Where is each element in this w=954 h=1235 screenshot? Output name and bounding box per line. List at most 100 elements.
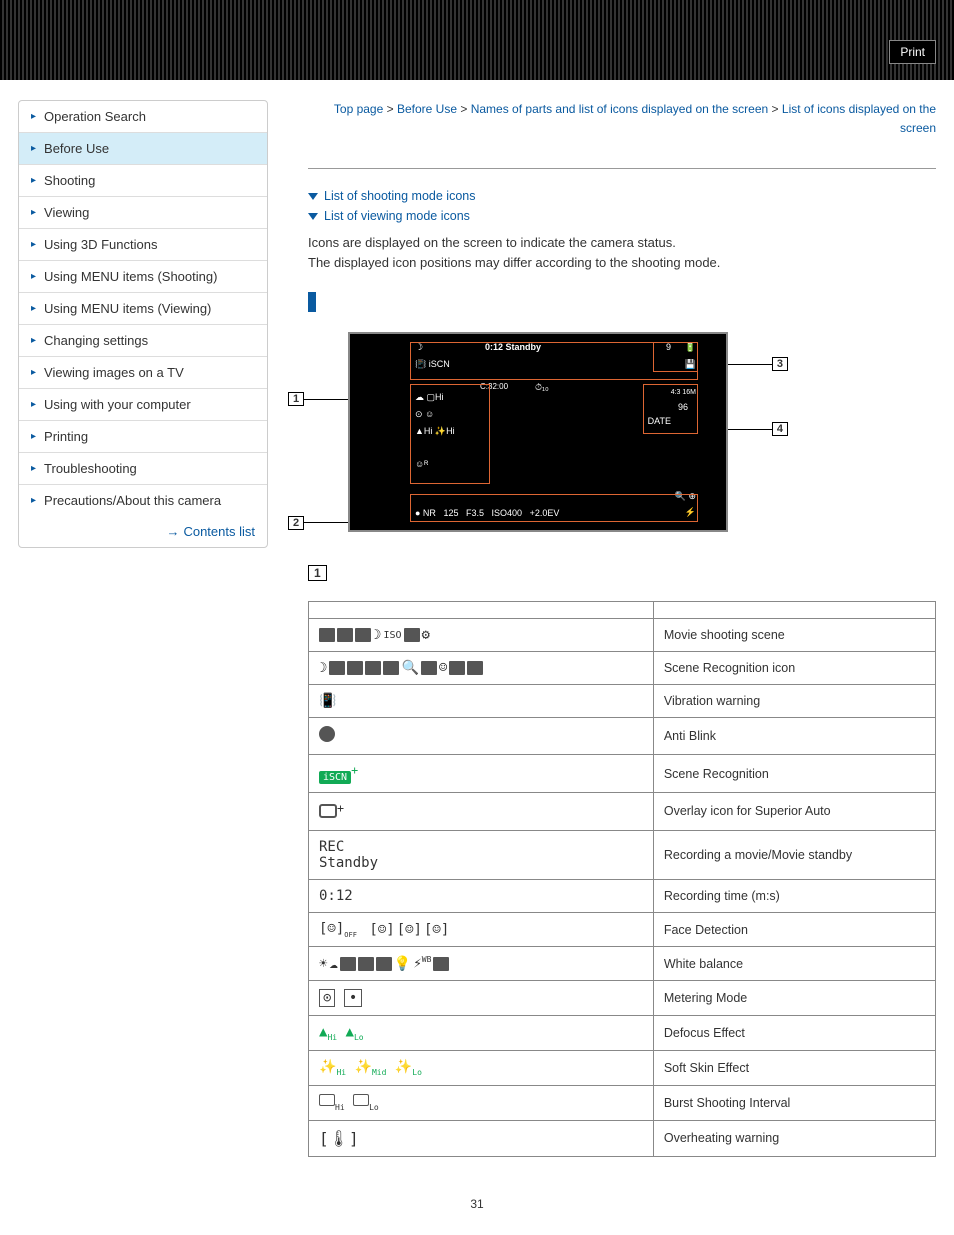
desc-line2: The displayed icon positions may differ … <box>308 253 936 273</box>
iscn-icon: iSCN <box>319 771 351 784</box>
meaning-cell: Movie shooting scene <box>653 619 935 652</box>
icon-cell: Hi Lo <box>309 1085 654 1120</box>
arrow-right-icon: → <box>166 524 179 539</box>
sidebar-label: Troubleshooting <box>44 461 137 476</box>
arrow-icon: ▸ <box>31 431 36 442</box>
flash-wb-icon: ⚡WB <box>413 955 431 972</box>
meaning-cell: Scene Recognition <box>653 755 935 793</box>
mode-icon <box>355 628 371 642</box>
sidebar-item-printing[interactable]: ▸Printing <box>19 421 267 453</box>
burst-lo-icon <box>353 1094 369 1106</box>
arrow-icon: ▸ <box>31 271 36 282</box>
meaning-cell: Defocus Effect <box>653 1016 935 1051</box>
table-row: 📳 Vibration warning <box>309 685 936 718</box>
wb-icon <box>433 957 449 971</box>
meaning-cell: Anti Blink <box>653 718 935 755</box>
table-row: Hi Lo Burst Shooting Interval <box>309 1085 936 1120</box>
moon-icon: ☽ <box>373 627 381 643</box>
icon-cell: iSCN+ <box>309 755 654 793</box>
scene-icon <box>347 661 363 675</box>
link-viewing-icons[interactable]: List of viewing mode icons <box>308 209 936 223</box>
sidebar-item-before-use[interactable]: ▸Before Use <box>19 133 267 165</box>
contents-list-link[interactable]: → Contents list <box>19 516 267 547</box>
table-row: [🌡] Overheating warning <box>309 1120 936 1156</box>
breadcrumb-sep: > <box>383 102 397 116</box>
fluor-icon <box>358 957 374 971</box>
callout-3: 3 <box>772 357 788 371</box>
smile-icon: ☺ <box>439 660 447 676</box>
callout-4: 4 <box>772 422 788 436</box>
divider <box>308 168 936 169</box>
sidebar-item-viewing[interactable]: ▸Viewing <box>19 197 267 229</box>
link-label: List of viewing mode icons <box>324 209 470 223</box>
breadcrumb-top[interactable]: Top page <box>334 102 383 116</box>
timer-icon: ⏱₁₀ <box>535 382 549 393</box>
icon-cell: 0:12 <box>309 879 654 912</box>
sidebar-label: Viewing <box>44 205 89 220</box>
magnify-icon: 🔍 <box>401 660 418 676</box>
sidebar-nav: ▸Operation Search ▸Before Use ▸Shooting … <box>18 100 268 548</box>
arrow-icon: ▸ <box>31 367 36 378</box>
sidebar-item-settings[interactable]: ▸Changing settings <box>19 325 267 357</box>
breadcrumb-names[interactable]: Names of parts and list of icons display… <box>471 102 769 116</box>
table-row: ☀☁💡⚡WB White balance <box>309 947 936 981</box>
sidebar-item-precautions[interactable]: ▸Precautions/About this camera <box>19 485 267 516</box>
face-icon: [☺] <box>397 922 422 938</box>
overheat-icon: [🌡] <box>319 1129 359 1148</box>
icon-meaning-table: ☽ISO⚙ Movie shooting scene ☽ 🔍 ☺ Scene Rec… <box>308 601 936 1156</box>
icon-cell: [🌡] <box>309 1120 654 1156</box>
arrow-icon: ▸ <box>31 399 36 410</box>
section-marker <box>308 292 316 312</box>
meter-spot-icon: • <box>344 989 362 1007</box>
breadcrumb-current: List of icons displayed on the screen <box>782 102 936 135</box>
scene-icon <box>383 661 399 675</box>
sidebar-item-computer[interactable]: ▸Using with your computer <box>19 389 267 421</box>
sidebar-label: Operation Search <box>44 109 146 124</box>
sidebar-label: Before Use <box>44 141 109 156</box>
print-button[interactable]: Print <box>889 40 936 64</box>
meaning-cell: Recording a movie/Movie standby <box>653 830 935 879</box>
arrow-icon: ▸ <box>31 111 36 122</box>
icon-cell: [☺]OFF [☺][☺][☺] <box>309 912 654 947</box>
desc-line1: Icons are displayed on the screen to ind… <box>308 233 936 253</box>
cloud-icon: ☁ <box>329 956 337 972</box>
sidebar-item-operation-search[interactable]: ▸ Operation Search <box>19 101 267 133</box>
contents-list-label: Contents list <box>183 524 255 539</box>
sidebar-item-troubleshooting[interactable]: ▸Troubleshooting <box>19 453 267 485</box>
meaning-cell: Scene Recognition icon <box>653 652 935 685</box>
sidebar-item-menu-viewing[interactable]: ▸Using MENU items (Viewing) <box>19 293 267 325</box>
arrow-icon: ▸ <box>31 303 36 314</box>
sidebar-item-3d[interactable]: ▸Using 3D Functions <box>19 229 267 261</box>
main-content: Top page > Before Use > Names of parts a… <box>308 100 936 1157</box>
icon-cell: 📳 <box>309 685 654 718</box>
sidebar-item-tv[interactable]: ▸Viewing images on a TV <box>19 357 267 389</box>
meter-multi-icon: ⊙ <box>319 989 335 1007</box>
vibration-icon: 📳 <box>319 693 336 709</box>
meaning-cell: Burst Shooting Interval <box>653 1085 935 1120</box>
burst-hi-icon <box>319 1094 335 1106</box>
mode-icon <box>404 628 420 642</box>
meaning-cell: Soft Skin Effect <box>653 1050 935 1085</box>
meaning-cell: White balance <box>653 947 935 981</box>
scene-icon <box>329 661 345 675</box>
table-row: ✨Hi ✨Mid ✨Lo Soft Skin Effect <box>309 1050 936 1085</box>
table-row: 0:12 Recording time (m:s) <box>309 879 936 912</box>
icon-cell: ✨Hi ✨Mid ✨Lo <box>309 1050 654 1085</box>
icon-cell: ☽ISO⚙ <box>309 619 654 652</box>
gear-icon: ⚙ <box>422 627 430 643</box>
mode-icon <box>337 628 353 642</box>
description: Icons are displayed on the screen to ind… <box>308 233 936 272</box>
skin-mid-icon: ✨Mid <box>355 1059 387 1075</box>
arrow-icon: ▸ <box>31 335 36 346</box>
arrow-icon: ▸ <box>31 495 36 506</box>
sidebar-item-shooting[interactable]: ▸Shooting <box>19 165 267 197</box>
sidebar-label: Using MENU items (Shooting) <box>44 269 217 284</box>
breadcrumb-before-use[interactable]: Before Use <box>397 102 457 116</box>
sidebar-item-menu-shooting[interactable]: ▸ Using MENU items (Shooting) <box>19 261 267 293</box>
defocus-lo-icon: ▲Lo <box>346 1024 364 1040</box>
icon-cell: ☀☁💡⚡WB <box>309 947 654 981</box>
eye-icon <box>319 726 335 742</box>
table-row: REC Standby Recording a movie/Movie stan… <box>309 830 936 879</box>
link-shooting-icons[interactable]: List of shooting mode icons <box>308 189 936 203</box>
page-number: 31 <box>0 1197 954 1231</box>
